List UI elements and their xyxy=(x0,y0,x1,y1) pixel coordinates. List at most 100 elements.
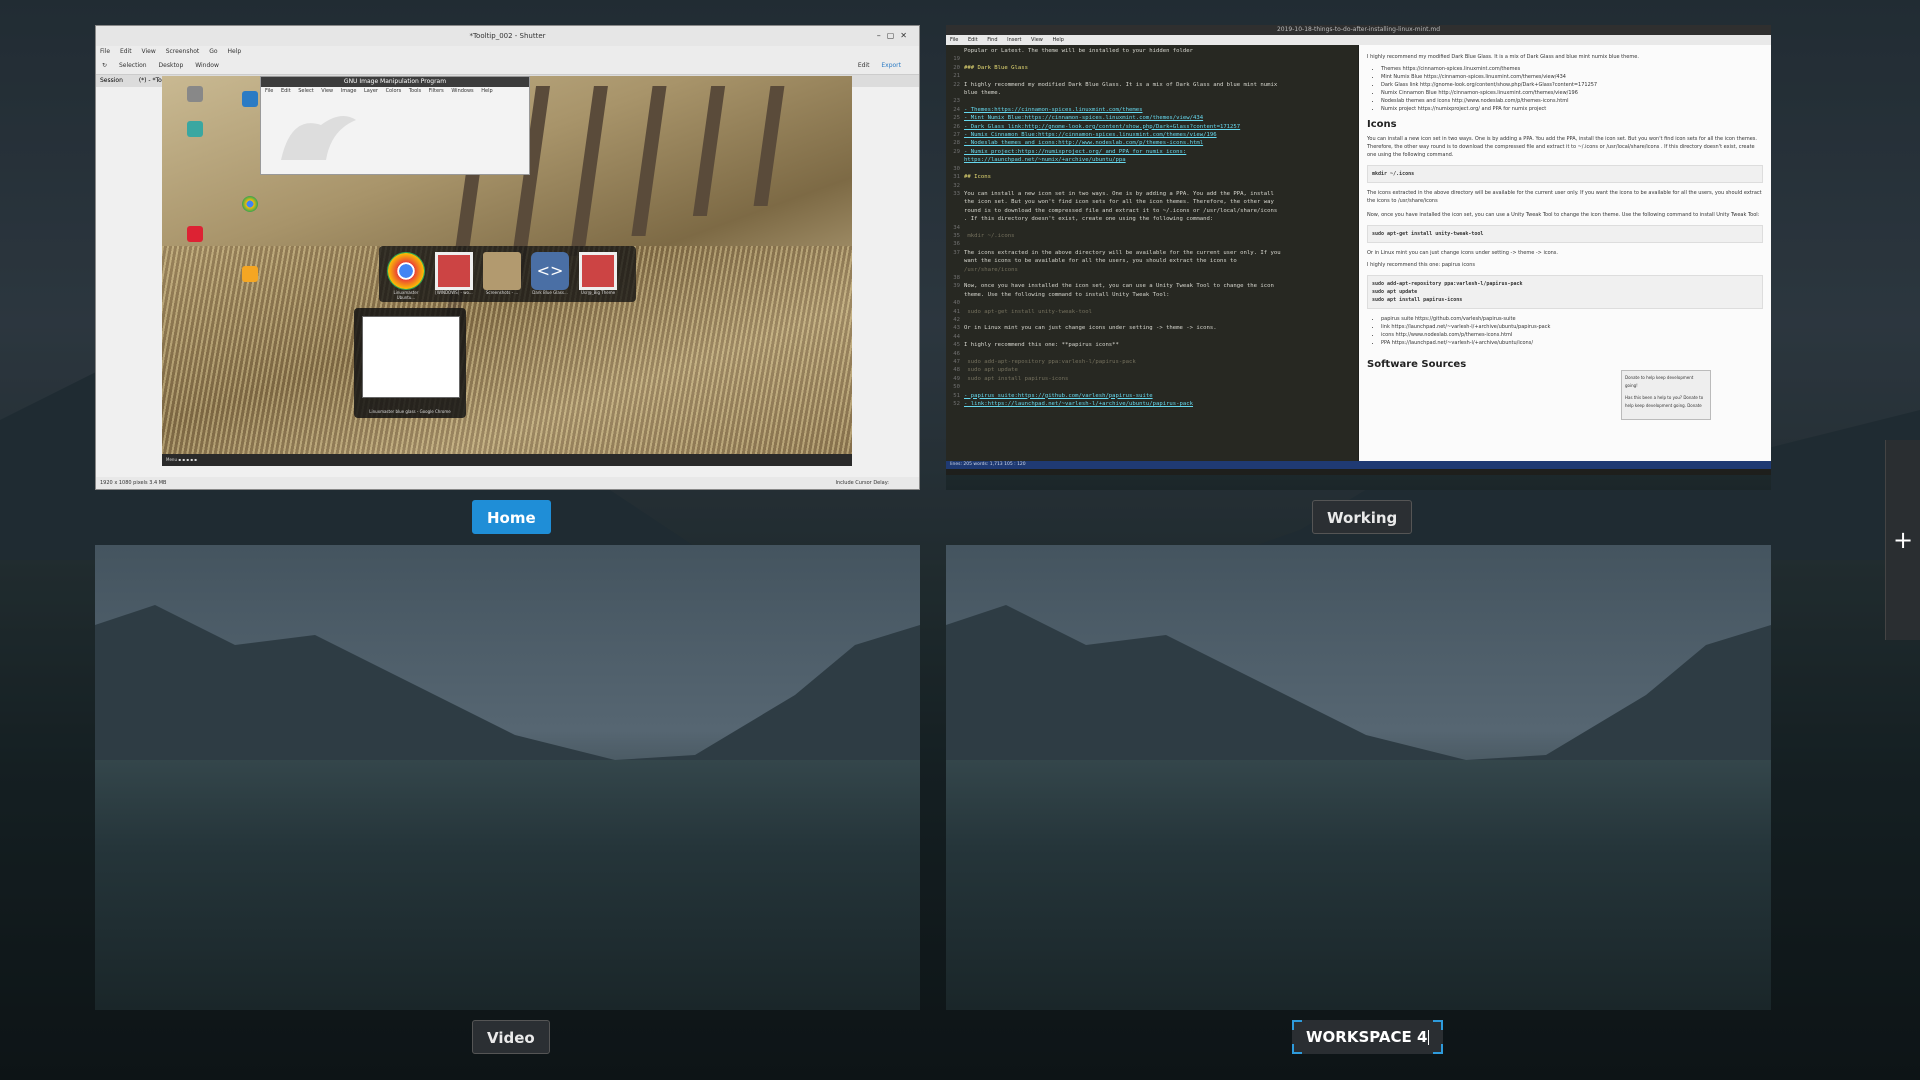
add-workspace-button[interactable]: + xyxy=(1885,440,1920,640)
line-number: 47 xyxy=(953,359,960,366)
donate-popup[interactable]: Donate to help keep development going! H… xyxy=(1621,370,1711,420)
chrome-icon[interactable] xyxy=(387,252,425,290)
code-text: ### Dark Blue Glass xyxy=(964,64,1028,71)
code-line: 40 xyxy=(946,299,1358,307)
code-text: sudo apt install papirus-icons xyxy=(964,375,1069,382)
window-preview[interactable]: Linuxmaster blue glass - Google Chrome xyxy=(354,308,466,418)
code-line: 46 xyxy=(946,350,1358,358)
workspace-label-working[interactable]: Working xyxy=(1312,500,1413,534)
menu-file[interactable]: File xyxy=(100,48,110,55)
desktop-icon xyxy=(242,266,258,282)
line-number: 37 xyxy=(953,249,960,256)
code-line: round is to download the compressed file… xyxy=(946,207,1358,215)
code-line: 52 - link:https://launchpad.net/~varlesh-… xyxy=(946,400,1358,408)
shutter-title: *Tooltip_002 - Shutter xyxy=(469,32,546,40)
papirus-links-list: papirus suite https://github.com/varlesh… xyxy=(1367,315,1763,347)
code-line: 28 - Nodeslab themes and icons:http://www… xyxy=(946,139,1358,147)
line-number: 50 xyxy=(953,384,960,391)
export-button[interactable]: Export xyxy=(881,62,901,69)
line-number: 21 xyxy=(953,73,960,80)
menu-go[interactable]: Go xyxy=(209,48,217,55)
code-text: I highly recommend this one: **papirus i… xyxy=(964,342,1119,349)
refresh-icon[interactable]: ↻ xyxy=(102,62,107,69)
line-number: 42 xyxy=(953,317,960,323)
tab-session[interactable]: Session xyxy=(100,77,123,84)
line-number: 41 xyxy=(953,308,960,315)
code-text: - Mint Numix Blue:https://cinnamon-spice… xyxy=(964,115,1204,122)
code-text: - Numix project:https://numixproject.org… xyxy=(964,148,1187,155)
code-text: want the icons to be available for all t… xyxy=(964,258,1237,265)
code-line: Popular or Latest. The theme will be ins… xyxy=(946,47,1358,55)
shutter-window[interactable]: *Tooltip_002 - Shutter –▢✕ File Edit Vie… xyxy=(95,25,920,490)
workspace-thumbnail-4[interactable] xyxy=(946,545,1771,1010)
window-button[interactable]: Window xyxy=(195,62,219,69)
line-number: 29 xyxy=(953,148,960,155)
code-line: the icon set. But you won't find icon se… xyxy=(946,198,1358,206)
code-line: /usr/share/icons xyxy=(946,266,1358,274)
line-number: 31 xyxy=(953,174,960,181)
desktop-icon xyxy=(187,86,203,102)
code-editor-icon[interactable]: <> xyxy=(531,252,569,290)
code-line: 45 I highly recommend this one: **papirus… xyxy=(946,341,1358,349)
line-number: 34 xyxy=(953,224,960,231)
line-number: 36 xyxy=(953,241,960,248)
shutter-menubar: File Edit View Screenshot Go Help xyxy=(96,46,919,58)
code-line: theme. Use the following command to inst… xyxy=(946,291,1358,299)
menu-screenshot[interactable]: Screenshot xyxy=(166,48,200,55)
workspace-thumbnail-working[interactable]: 2019-10-18-things-to-do-after-installing… xyxy=(946,25,1771,490)
workspace-label-home[interactable]: Home xyxy=(472,500,551,534)
editor-menubar: File Edit Find Insert View Help xyxy=(946,35,1771,45)
edit-button[interactable]: Edit xyxy=(858,62,870,69)
code-line: 24 - Themes:https://cinnamon-spices.linux… xyxy=(946,106,1358,114)
code-line: 41 sudo apt-get install unity-tweak-tool xyxy=(946,308,1358,316)
code-line: 36 xyxy=(946,240,1358,248)
code-line: 31 ## Icons xyxy=(946,173,1358,181)
markdown-editor-window[interactable]: 2019-10-18-things-to-do-after-installing… xyxy=(946,25,1771,475)
shutter-toolbar: ↻ Selection Desktop Window Edit Export xyxy=(96,58,919,75)
code-line: 29 - Numix project:https://numixproject.o… xyxy=(946,148,1358,156)
code-line: 22 I highly recommend my modified Dark Bl… xyxy=(946,81,1358,89)
editor-title: 2019-10-18-things-to-do-after-installing… xyxy=(946,25,1771,35)
workspace-name-input[interactable]: WORKSPACE 4 xyxy=(1292,1020,1444,1054)
line-number: 52 xyxy=(953,401,960,408)
code-line: 20 ### Dark Blue Glass xyxy=(946,64,1358,72)
workspace-thumbnail-home[interactable]: *Tooltip_002 - Shutter –▢✕ File Edit Vie… xyxy=(95,25,920,490)
code-text: The icons extracted in the above directo… xyxy=(964,249,1281,256)
line-number: 33 xyxy=(953,190,960,197)
preview-pane[interactable]: I highly recommend my modified Dark Blue… xyxy=(1359,45,1771,461)
desktop-button[interactable]: Desktop xyxy=(159,62,184,69)
folder-icon[interactable] xyxy=(483,252,521,290)
workspace-thumbnail-video[interactable] xyxy=(95,545,920,1010)
app-grid-icon[interactable] xyxy=(579,252,617,290)
taskbar: Menu ▪ ▪ ▪ ▪ ▪ xyxy=(162,454,852,466)
code-line: 25 - Mint Numix Blue:https://cinnamon-spi… xyxy=(946,114,1358,122)
line-number: 32 xyxy=(953,182,960,189)
gimp-window[interactable]: GNU Image Manipulation Program File Edit… xyxy=(260,76,530,175)
code-pane[interactable]: Popular or Latest. The theme will be ins… xyxy=(946,45,1358,463)
code-line: 23 xyxy=(946,97,1358,105)
window-controls[interactable]: –▢✕ xyxy=(877,26,913,46)
theme-links-list: Themes https://cinnamon-spices.linuxmint… xyxy=(1367,65,1763,113)
code-text: - Dark Glass link:http://gnome-look.org/… xyxy=(964,123,1241,130)
app-grid-icon[interactable] xyxy=(435,252,473,290)
code-text: . If this directory doesn't exist, creat… xyxy=(964,216,1214,223)
code-line: 32 xyxy=(946,182,1358,190)
line-number: 26 xyxy=(953,123,960,130)
line-number: 44 xyxy=(953,333,960,340)
shutter-titlebar: *Tooltip_002 - Shutter –▢✕ xyxy=(96,26,919,46)
code-line: 43 Or in Linux mint you can just change i… xyxy=(946,324,1358,332)
code-line: 50 xyxy=(946,383,1358,391)
menu-view[interactable]: View xyxy=(142,48,156,55)
menu-edit[interactable]: Edit xyxy=(120,48,132,55)
menu-help[interactable]: Help xyxy=(227,48,241,55)
workspace-label-video[interactable]: Video xyxy=(472,1020,550,1054)
code-text: - link:https://launchpad.net/~varlesh-l/… xyxy=(964,401,1194,408)
code-line: 44 xyxy=(946,333,1358,341)
code-line: 47 sudo add-apt-repository ppa:varlesh-l… xyxy=(946,358,1358,366)
line-number: 28 xyxy=(953,140,960,147)
shutter-statusbar: 1920 x 1080 pixels 3.4 MB Include Cursor… xyxy=(96,477,919,489)
selection-button[interactable]: Selection xyxy=(119,62,147,69)
line-number: 23 xyxy=(953,98,960,105)
code-text: - papirus suite:https://github.com/varle… xyxy=(964,392,1153,399)
code-line: 33 You can install a new icon set in two … xyxy=(946,190,1358,198)
